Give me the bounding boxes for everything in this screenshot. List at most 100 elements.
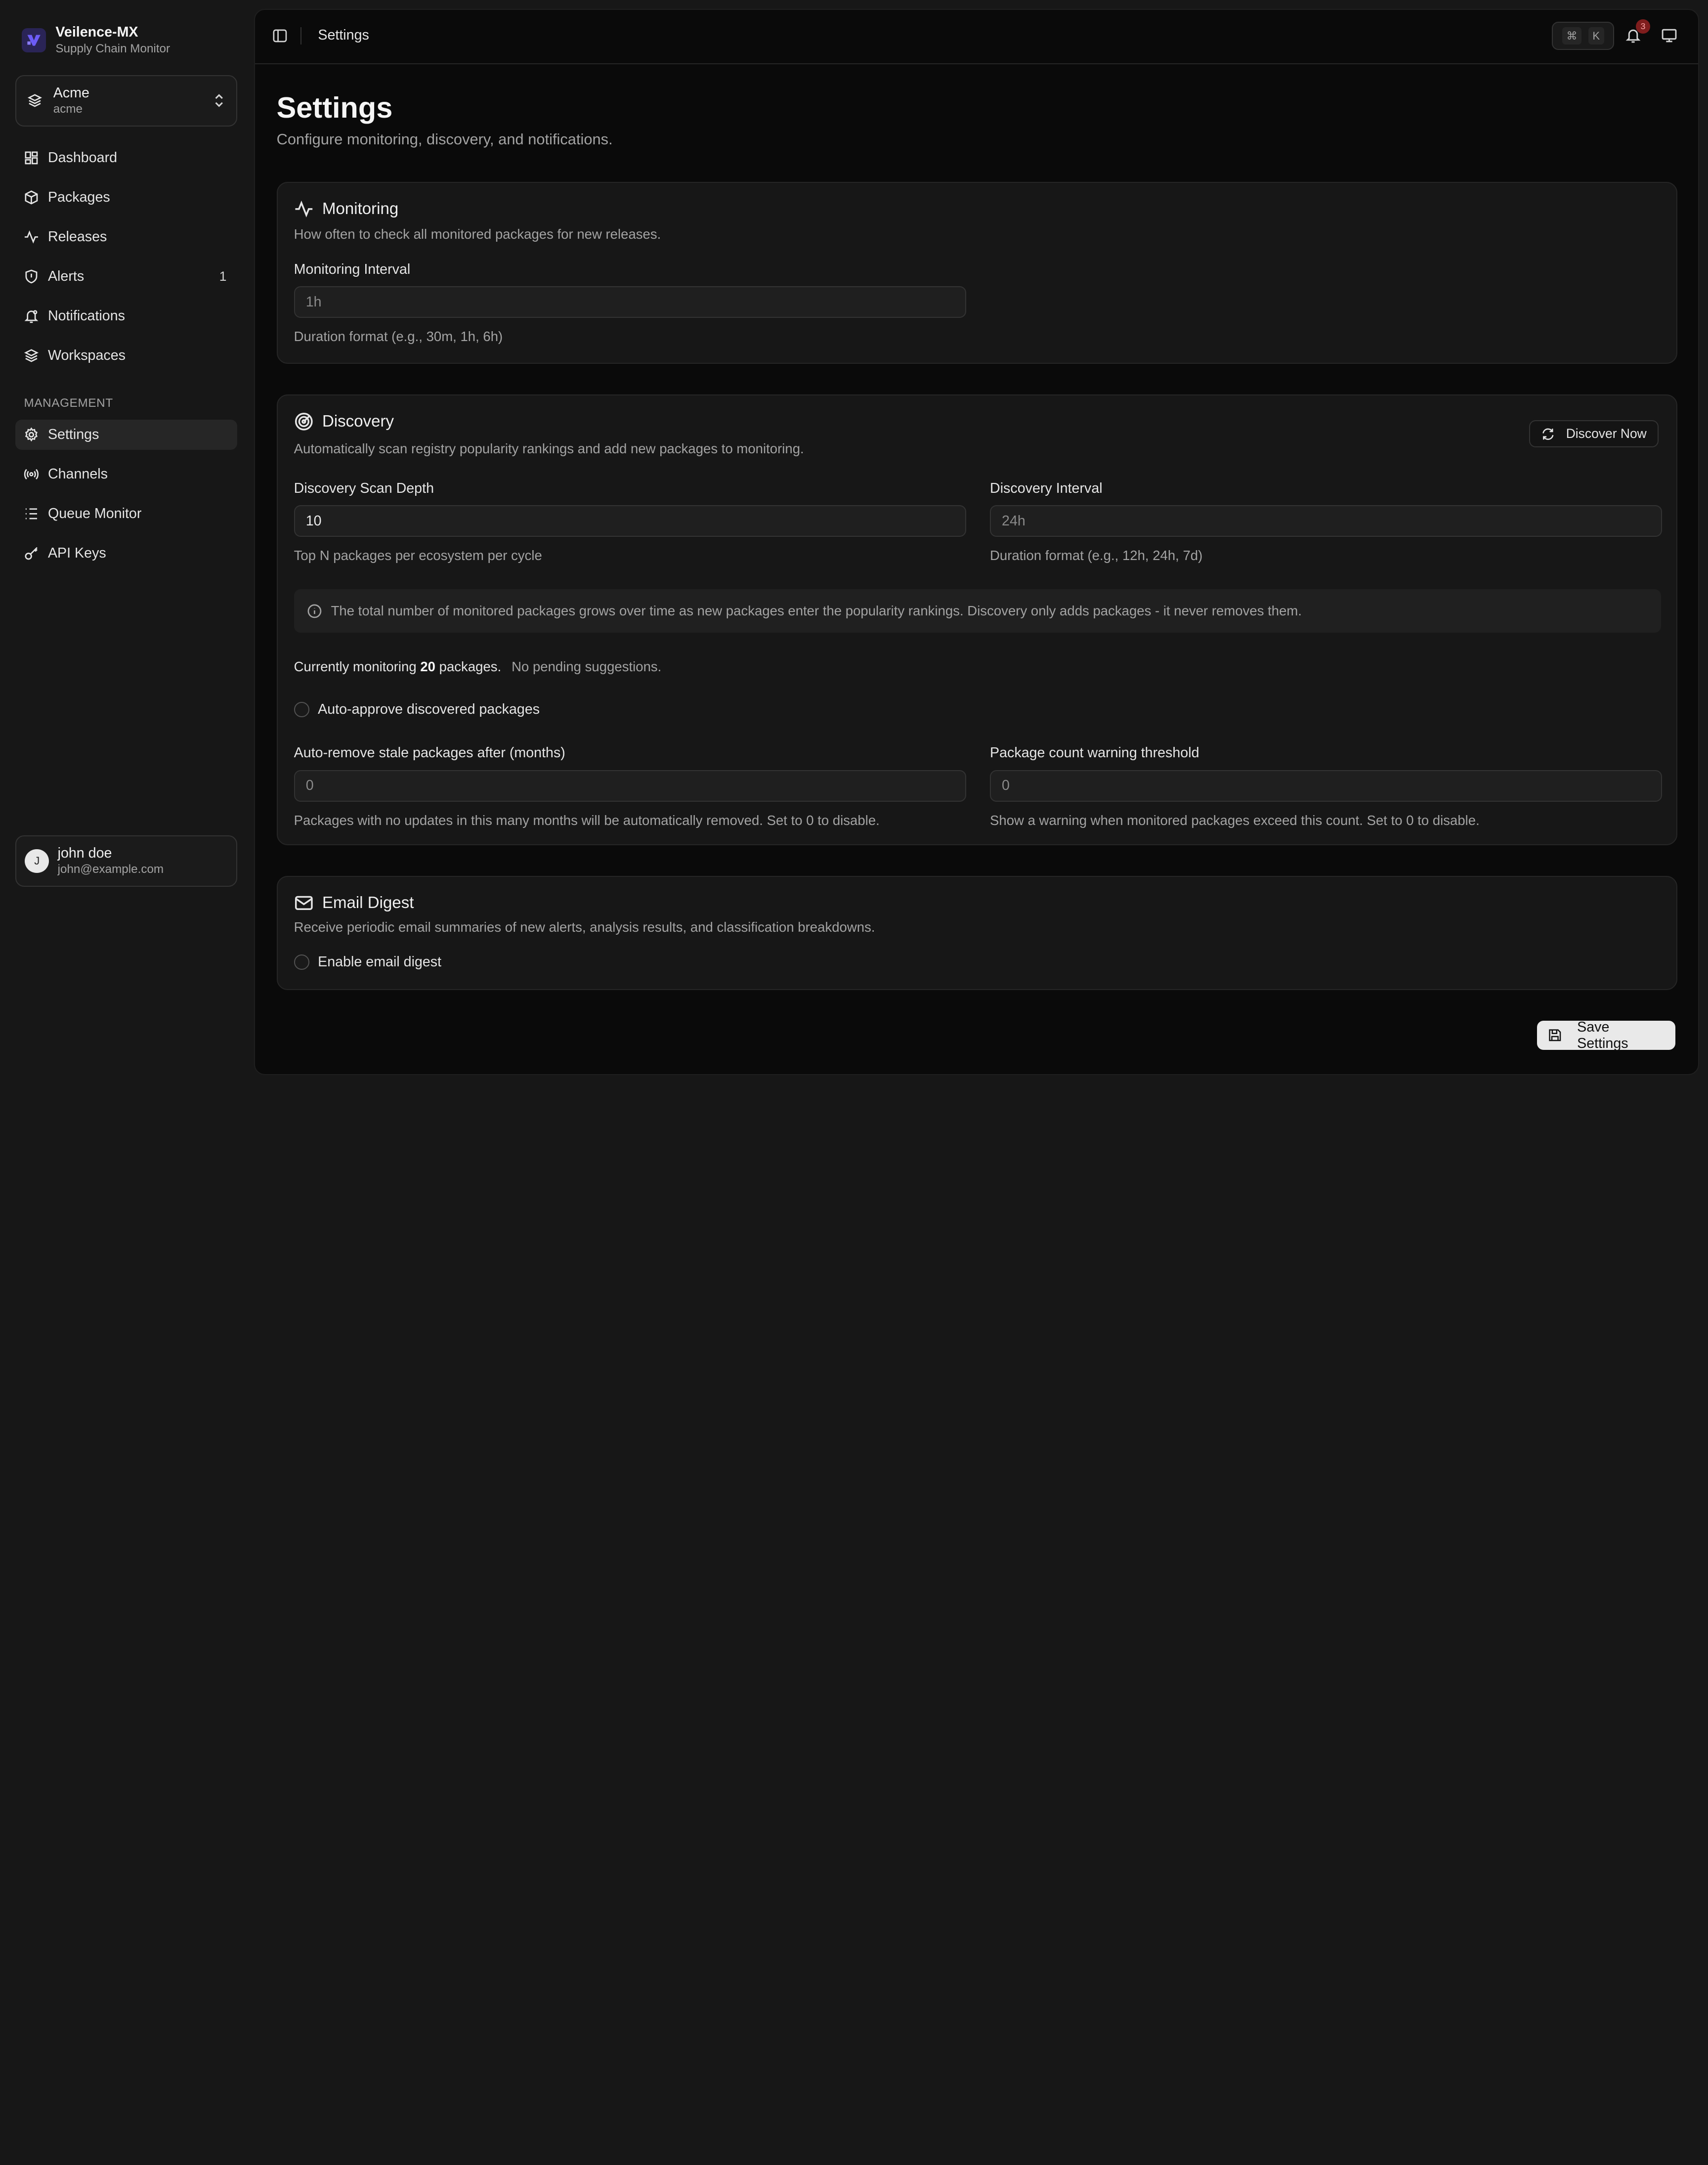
monitoring-status: Currently monitoring 20 packages. No pen…	[294, 659, 662, 675]
main-panel: Settings ⌘ K 3 Settings Configure monito…	[254, 8, 1700, 1076]
sidebar-item-label: Workspaces	[47, 347, 126, 363]
sidebar-item-settings[interactable]: Settings	[15, 419, 238, 450]
gear-icon	[25, 427, 38, 442]
stale-months-input[interactable]: 0	[294, 770, 966, 802]
email-digest-row[interactable]: Enable email digest	[294, 954, 441, 970]
email-digest-label: Enable email digest	[318, 954, 442, 970]
avatar: J	[25, 849, 49, 873]
email-digest-checkbox[interactable]	[294, 954, 309, 970]
monitoring-interval-label: Monitoring Interval	[294, 261, 411, 277]
brand[interactable]: Veilence-MX Supply Chain Monitor	[22, 24, 170, 56]
page-title: Settings	[276, 90, 393, 124]
sidebar-item-notifications[interactable]: Notifications	[15, 301, 238, 332]
sidebar-item-dashboard[interactable]: Dashboard	[15, 143, 238, 173]
auto-approve-row[interactable]: Auto-approve discovered packages	[294, 701, 540, 718]
main-nav: Dashboard Packages Releases Alerts 1 Not…	[15, 143, 238, 380]
sidebar-item-alerts[interactable]: Alerts 1	[15, 261, 238, 292]
monitoring-interval-input[interactable]: 1h	[294, 286, 966, 318]
workspace-switcher[interactable]: Acme acme	[15, 75, 238, 127]
sidebar-item-packages[interactable]: Packages	[15, 182, 238, 213]
sidebar-item-workspaces[interactable]: Workspaces	[15, 341, 238, 371]
management-section-label: MANAGEMENT	[24, 396, 113, 410]
refresh-icon	[1542, 428, 1554, 440]
k-key: K	[1588, 27, 1604, 44]
user-name: john doe	[57, 845, 112, 862]
auto-approve-label: Auto-approve discovered packages	[318, 701, 540, 717]
sidebar-item-label: Channels	[47, 466, 108, 482]
sidebar-toggle-icon[interactable]	[272, 28, 288, 43]
discovery-interval-input[interactable]: 24h	[990, 505, 1662, 537]
discovery-info-callout: The total number of monitored packages g…	[294, 589, 1661, 633]
sidebar: Veilence-MX Supply Chain Monitor Acme ac…	[0, 0, 253, 1083]
auto-approve-checkbox[interactable]	[294, 702, 309, 717]
sidebar-item-releases[interactable]: Releases	[15, 222, 238, 253]
breadcrumb: Settings	[318, 27, 369, 43]
layers-icon	[27, 94, 42, 107]
radar-icon	[295, 412, 313, 431]
bell-icon	[25, 310, 39, 323]
radio-icon	[24, 469, 39, 479]
topbar: Settings ⌘ K 3	[255, 10, 1699, 64]
monitored-count: 20	[420, 658, 435, 674]
save-settings-button[interactable]: Save Settings	[1537, 1019, 1675, 1051]
sidebar-item-queue-monitor[interactable]: Queue Monitor	[15, 499, 238, 529]
management-nav: Settings Channels Queue Monitor API Keys	[15, 419, 238, 578]
sidebar-item-label: Notifications	[47, 308, 125, 324]
info-text: The total number of monitored packages g…	[331, 603, 1302, 618]
alerts-count-badge: 1	[219, 269, 227, 284]
activity-icon	[295, 200, 312, 217]
command-palette-button[interactable]: ⌘ K	[1552, 21, 1615, 50]
chevrons-up-down-icon	[215, 94, 223, 108]
discovery-interval-hint: Duration format (e.g., 12h, 24h, 7d)	[990, 548, 1203, 563]
scan-depth-hint: Top N packages per ecosystem per cycle	[294, 548, 542, 563]
monitoring-description: How often to check all monitored package…	[294, 226, 661, 242]
sidebar-item-label: Queue Monitor	[47, 505, 142, 521]
discovery-title: Discovery	[322, 412, 394, 431]
threshold-hint: Show a warning when monitored packages e…	[990, 812, 1480, 828]
sidebar-item-label: Releases	[47, 229, 107, 245]
grid-icon	[25, 151, 38, 165]
sidebar-item-label: Settings	[47, 426, 99, 442]
stale-hint: Packages with no updates in this many mo…	[294, 812, 880, 828]
save-icon	[1548, 1029, 1561, 1041]
email-digest-card: Email Digest Receive periodic email summ…	[276, 875, 1677, 991]
discover-now-label: Discover Now	[1566, 426, 1647, 441]
monitoring-interval-hint: Duration format (e.g., 30m, 1h, 6h)	[294, 329, 503, 345]
key-icon	[25, 547, 38, 560]
email-digest-description: Receive periodic email summaries of new …	[294, 919, 875, 935]
info-icon	[307, 604, 322, 618]
sidebar-item-api-keys[interactable]: API Keys	[15, 538, 238, 568]
sidebar-item-label: Dashboard	[47, 150, 118, 166]
app-subtitle: Supply Chain Monitor	[55, 42, 171, 55]
page-subtitle: Configure monitoring, discovery, and not…	[276, 130, 613, 148]
discovery-card: Discovery Discover Now Automatically sca…	[276, 394, 1677, 846]
pending-suggestions-text: No pending suggestions.	[512, 658, 662, 674]
user-menu[interactable]: J john doe john@example.com	[15, 835, 238, 887]
email-digest-title: Email Digest	[322, 893, 414, 912]
command-key: ⌘	[1562, 27, 1582, 44]
status-prefix: Currently monitoring	[294, 658, 417, 674]
divider	[300, 27, 302, 45]
sidebar-item-label: API Keys	[47, 545, 106, 561]
package-icon	[25, 190, 38, 205]
discovery-interval-label: Discovery Interval	[990, 480, 1103, 496]
sidebar-item-channels[interactable]: Channels	[15, 459, 238, 490]
save-settings-label: Save Settings	[1577, 1019, 1628, 1051]
workspace-slug: acme	[53, 102, 83, 116]
monitoring-card: Monitoring How often to check all monito…	[276, 181, 1677, 364]
logo-icon	[22, 28, 46, 52]
monitoring-title: Monitoring	[322, 199, 399, 218]
activity-icon	[25, 230, 39, 244]
threshold-input[interactable]: 0	[990, 770, 1662, 802]
sidebar-item-label: Packages	[47, 189, 110, 206]
stale-label: Auto-remove stale packages after (months…	[294, 745, 565, 761]
shield-icon	[25, 269, 38, 284]
user-email: john@example.com	[57, 863, 164, 876]
sidebar-item-label: Alerts	[47, 268, 85, 285]
scan-depth-input[interactable]: 10	[294, 505, 966, 537]
list-icon	[26, 508, 38, 520]
monitor-icon[interactable]	[1661, 27, 1677, 43]
notification-count-badge: 3	[1636, 19, 1650, 34]
discover-now-button[interactable]: Discover Now	[1529, 420, 1659, 448]
layers-icon	[24, 349, 39, 362]
